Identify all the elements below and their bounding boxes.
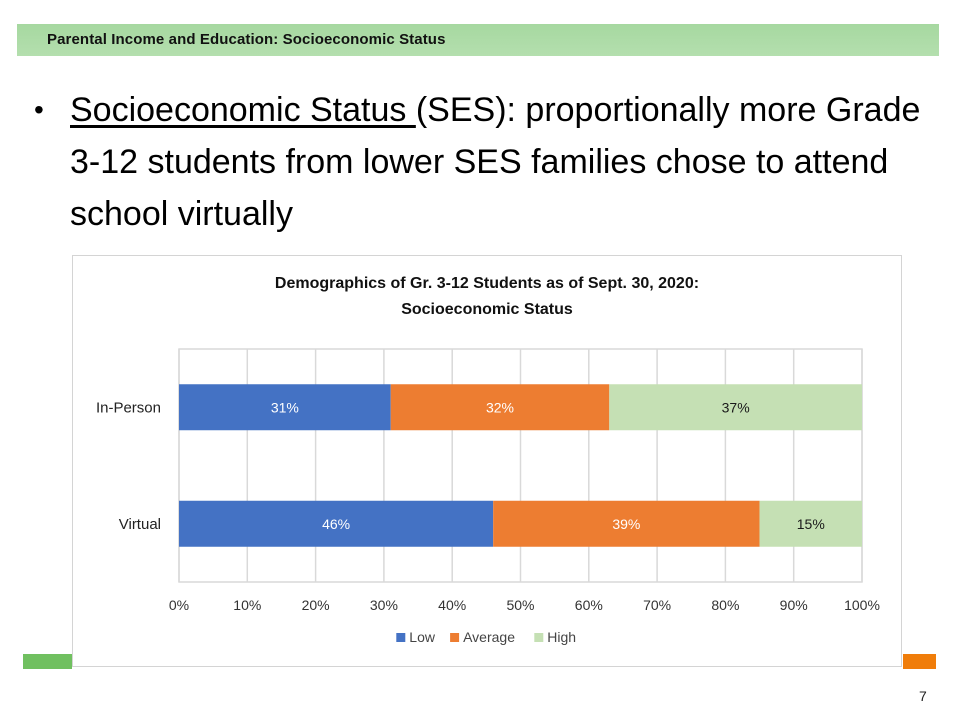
bullet-text: Socioeconomic Status (SES): proportional… (70, 84, 930, 240)
y-category-label: In-Person (96, 399, 161, 416)
header-band: Parental Income and Education: Socioecon… (17, 24, 939, 56)
x-tick-label: 60% (575, 597, 603, 613)
stacked-bar-chart: 0% 10% 20% 30% 40% 50% 60% 70% 80% 90% 100% In-Pers… (96, 348, 880, 645)
x-tick-label: 20% (302, 597, 330, 613)
data-label: 39% (612, 516, 640, 532)
data-label: 32% (486, 399, 514, 415)
accent-bar-orange (903, 654, 936, 669)
x-tick-label: 40% (438, 597, 466, 613)
bullet-dot-icon: • (34, 94, 44, 125)
data-label: 15% (797, 516, 825, 532)
data-label: 46% (322, 516, 350, 532)
data-label: 37% (722, 399, 750, 415)
x-tick-label: 80% (711, 597, 739, 613)
x-tick-label: 10% (233, 597, 261, 613)
legend-swatch-average (450, 633, 460, 642)
page-number: 7 (919, 688, 927, 704)
legend-label: Low (409, 629, 436, 645)
x-tick-label: 70% (643, 597, 671, 613)
x-tick-label: 0% (169, 597, 189, 613)
legend-label: High (547, 629, 576, 645)
slide-header-title: Parental Income and Education: Socioecon… (47, 31, 446, 48)
x-tick-label: 50% (506, 597, 534, 613)
x-tick-label: 30% (370, 597, 398, 613)
bullet-underlined-term: Socioeconomic Status (70, 91, 416, 129)
legend-label: Average (463, 629, 515, 645)
x-tick-label: 100% (844, 597, 880, 613)
accent-bar-green (23, 654, 72, 669)
legend-swatch-high (534, 633, 544, 642)
data-label: 31% (271, 399, 299, 415)
x-tick-label: 90% (780, 597, 808, 613)
legend-swatch-low (396, 633, 406, 642)
y-category-label: Virtual (119, 516, 161, 533)
chart-container: Demographics of Gr. 3-12 Students as of … (72, 255, 902, 667)
